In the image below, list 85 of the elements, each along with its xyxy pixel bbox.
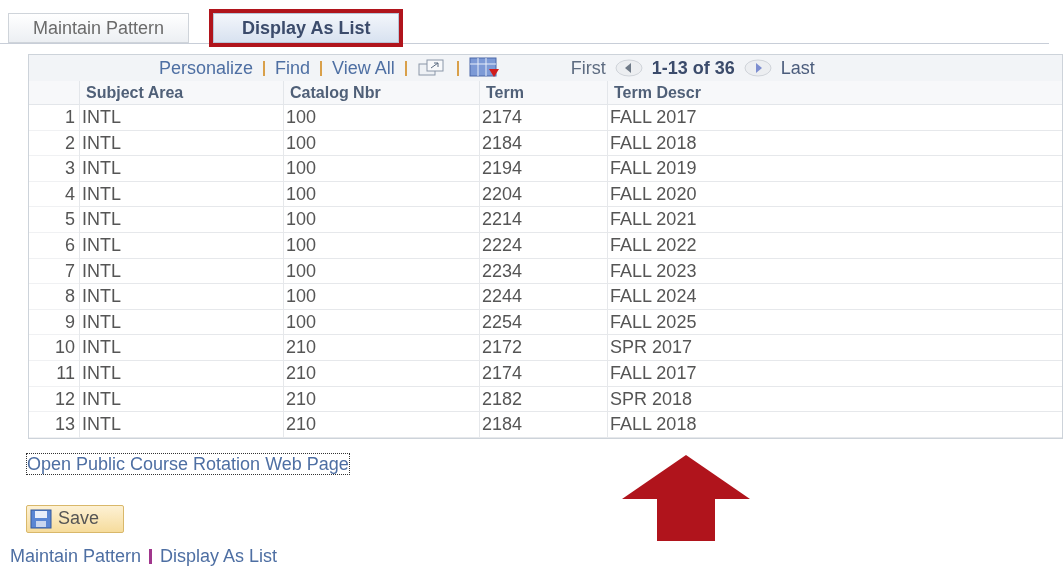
table-cell: 2182 [479, 386, 607, 413]
table-cell: INTL [79, 309, 283, 336]
table-cell: 2214 [479, 207, 607, 233]
table-cell: 2184 [479, 130, 607, 157]
table-cell: SPR 2018 [607, 386, 1062, 413]
tab[interactable]: Maintain Pattern [8, 13, 190, 43]
table-cell: INTL [79, 360, 283, 387]
table-cell: FALL 2020 [607, 181, 1062, 208]
row-number: 10 [29, 335, 79, 361]
table-cell: FALL 2018 [607, 130, 1062, 157]
table-cell: 210 [283, 412, 479, 438]
table-cell: FALL 2022 [607, 232, 1062, 259]
download-grid-icon[interactable] [468, 57, 501, 79]
row-number: 11 [29, 360, 79, 387]
row-number: 13 [29, 412, 79, 438]
footer-link[interactable]: Maintain Pattern [10, 542, 142, 570]
table-cell: INTL [79, 412, 283, 438]
table-cell: 2254 [479, 309, 607, 336]
table-cell: 2194 [479, 156, 607, 182]
row-number: 5 [29, 207, 79, 233]
toolbar-link[interactable]: Personalize [159, 54, 254, 82]
table-cell: INTL [79, 156, 283, 182]
row-number: 4 [29, 181, 79, 208]
table-cell: 2234 [479, 258, 607, 285]
row-number: 6 [29, 232, 79, 259]
table-cell: 100 [283, 232, 479, 259]
table-cell: INTL [79, 258, 283, 285]
table-cell: 210 [283, 360, 479, 387]
table-cell: FALL 2017 [607, 360, 1062, 387]
table-cell: 2174 [479, 360, 607, 387]
table-cell: 2244 [479, 284, 607, 310]
row-number: 2 [29, 130, 79, 157]
table-cell: FALL 2017 [607, 105, 1062, 131]
table-cell: FALL 2021 [607, 207, 1062, 233]
column-header: Subject Area [79, 81, 283, 104]
table-cell: 100 [283, 258, 479, 285]
row-number: 7 [29, 258, 79, 285]
tab[interactable]: Display As List [213, 13, 400, 43]
table-cell: 100 [283, 207, 479, 233]
footer-link[interactable]: Display As List [160, 542, 278, 570]
table-cell: 100 [283, 130, 479, 157]
table-cell: FALL 2024 [607, 284, 1062, 310]
page-range: 1-13 of 36 [651, 56, 735, 80]
column-header: Term Descr [607, 81, 1062, 104]
previous-icon[interactable] [613, 58, 644, 78]
row-number: 12 [29, 386, 79, 413]
table-cell: FALL 2018 [607, 412, 1062, 438]
table-cell: FALL 2025 [607, 309, 1062, 336]
table-cell: 210 [283, 335, 479, 361]
toolbar-link[interactable]: View All [332, 54, 395, 82]
table-cell: SPR 2017 [607, 335, 1062, 361]
table-cell: FALL 2019 [607, 156, 1062, 182]
web-page-link[interactable]: Open Public Course Rotation Web Page [26, 452, 350, 475]
table-cell: INTL [79, 130, 283, 157]
table-cell: 2204 [479, 181, 607, 208]
table-cell: 100 [283, 284, 479, 310]
table-cell: INTL [79, 207, 283, 233]
last-label: Last [780, 56, 815, 80]
row-number: 9 [29, 309, 79, 336]
table-cell: INTL [79, 335, 283, 361]
table-cell: INTL [79, 181, 283, 208]
table-cell: INTL [79, 386, 283, 413]
table-cell: 100 [283, 105, 479, 131]
table-cell: INTL [79, 105, 283, 131]
column-header: Term [479, 81, 607, 104]
row-number: 3 [29, 156, 79, 182]
table-cell: 100 [283, 181, 479, 208]
table-cell: 100 [283, 156, 479, 182]
table-cell: INTL [79, 232, 283, 259]
zoom-window-icon[interactable] [416, 59, 447, 77]
first-label: First [570, 56, 606, 80]
save-button[interactable]: Save [26, 504, 125, 533]
table-cell: 2174 [479, 105, 607, 131]
table-cell: 210 [283, 386, 479, 413]
column-header: Catalog Nbr [283, 81, 479, 104]
table-cell: 2224 [479, 232, 607, 259]
toolbar-link[interactable]: Find [275, 54, 311, 82]
row-number: 1 [29, 105, 79, 131]
table-cell: 2172 [479, 335, 607, 361]
table-cell: 2184 [479, 412, 607, 438]
table-cell: INTL [79, 284, 283, 310]
row-number: 8 [29, 284, 79, 310]
table-cell: FALL 2023 [607, 258, 1062, 285]
table-cell: 100 [283, 309, 479, 336]
next-icon[interactable] [742, 58, 773, 78]
